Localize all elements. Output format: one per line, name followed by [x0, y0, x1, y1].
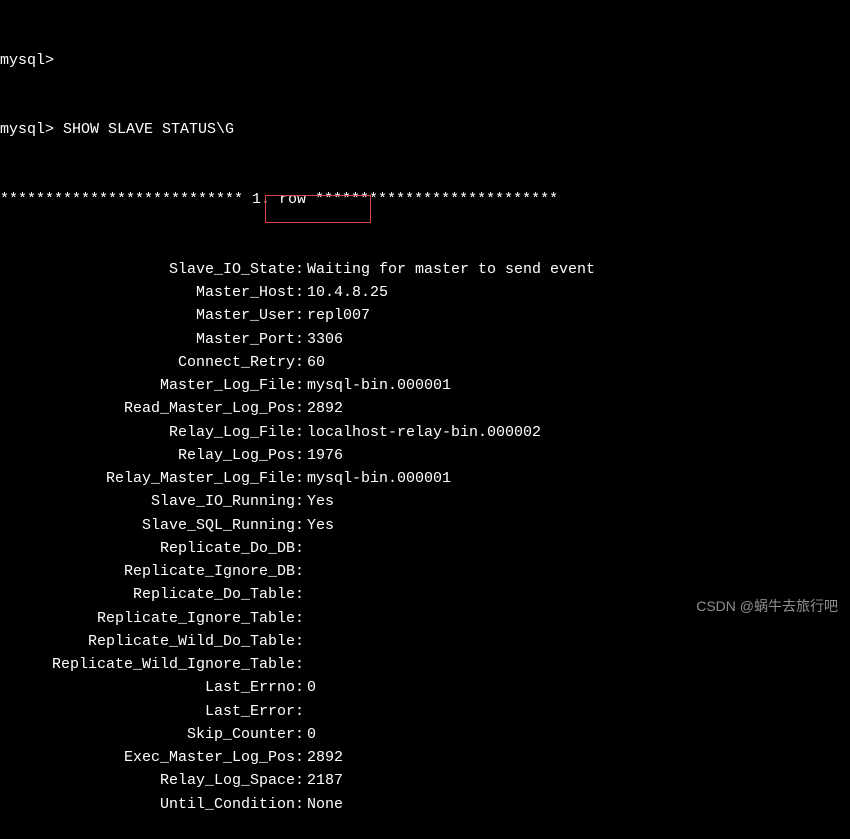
colon: :	[295, 514, 305, 537]
colon: :	[295, 746, 305, 769]
colon: :	[295, 537, 305, 560]
field-key: Slave_IO_Running	[0, 490, 295, 513]
field-value: 10.4.8.25	[305, 281, 850, 304]
field-value: 0	[305, 676, 850, 699]
status-field: Slave_IO_Running:Yes	[0, 490, 850, 513]
colon: :	[295, 467, 305, 490]
field-key: Replicate_Do_DB	[0, 537, 295, 560]
field-key: Replicate_Wild_Ignore_Table	[0, 653, 295, 676]
field-value: repl007	[305, 304, 850, 327]
colon: :	[295, 723, 305, 746]
field-value: 2892	[305, 397, 850, 420]
field-value	[305, 630, 850, 653]
colon: :	[295, 490, 305, 513]
field-value: None	[305, 793, 850, 816]
colon: :	[295, 769, 305, 792]
field-key: Last_Errno	[0, 676, 295, 699]
status-field: Master_User:repl007	[0, 304, 850, 327]
field-value	[305, 700, 850, 723]
status-field: Slave_IO_State:Waiting for master to sen…	[0, 258, 850, 281]
colon: :	[295, 258, 305, 281]
colon: :	[295, 351, 305, 374]
colon: :	[295, 397, 305, 420]
status-field: Skip_Counter:0	[0, 723, 850, 746]
field-key: Replicate_Wild_Do_Table	[0, 630, 295, 653]
field-key: Relay_Log_Space	[0, 769, 295, 792]
field-value: Yes	[305, 490, 850, 513]
status-field: Master_Port:3306	[0, 328, 850, 351]
colon: :	[295, 653, 305, 676]
field-value: mysql-bin.000001	[305, 467, 850, 490]
command-line: mysql> SHOW SLAVE STATUS\G	[0, 118, 850, 141]
field-value	[305, 537, 850, 560]
terminal-output: mysql> mysql> SHOW SLAVE STATUS\G ******…	[0, 2, 850, 839]
colon: :	[295, 281, 305, 304]
status-field: Master_Host:10.4.8.25	[0, 281, 850, 304]
field-key: Relay_Log_Pos	[0, 444, 295, 467]
field-value: 1976	[305, 444, 850, 467]
field-key: Exec_Master_Log_Pos	[0, 746, 295, 769]
colon: :	[295, 328, 305, 351]
field-value: 3306	[305, 328, 850, 351]
status-field: Replicate_Wild_Ignore_Table:	[0, 653, 850, 676]
colon: :	[295, 560, 305, 583]
field-value	[305, 653, 850, 676]
colon: :	[295, 304, 305, 327]
field-value: 2892	[305, 746, 850, 769]
status-field: Replicate_Ignore_DB:	[0, 560, 850, 583]
colon: :	[295, 421, 305, 444]
status-field: Read_Master_Log_Pos:2892	[0, 397, 850, 420]
field-key: Relay_Log_File	[0, 421, 295, 444]
field-key: Slave_IO_State	[0, 258, 295, 281]
colon: :	[295, 374, 305, 397]
field-key: Connect_Retry	[0, 351, 295, 374]
status-field: Exec_Master_Log_Pos:2892	[0, 746, 850, 769]
colon: :	[295, 607, 305, 630]
status-field: Replicate_Do_DB:	[0, 537, 850, 560]
field-value: Yes	[305, 514, 850, 537]
status-field: Last_Errno:0	[0, 676, 850, 699]
field-key: Last_Error	[0, 700, 295, 723]
field-value	[305, 560, 850, 583]
field-key: Until_Condition	[0, 793, 295, 816]
field-key: Master_Port	[0, 328, 295, 351]
row-header: *************************** 1. row *****…	[0, 188, 850, 211]
status-field: Relay_Master_Log_File:mysql-bin.000001	[0, 467, 850, 490]
status-field: Replicate_Wild_Do_Table:	[0, 630, 850, 653]
field-key: Slave_SQL_Running	[0, 514, 295, 537]
status-field: Until_Condition:None	[0, 793, 850, 816]
field-key: Read_Master_Log_Pos	[0, 397, 295, 420]
watermark: CSDN @蜗牛去旅行吧	[696, 596, 838, 618]
field-key: Replicate_Ignore_DB	[0, 560, 295, 583]
field-key: Master_Host	[0, 281, 295, 304]
prompt-line: mysql>	[0, 49, 850, 72]
field-value: localhost-relay-bin.000002	[305, 421, 850, 444]
field-key: Master_User	[0, 304, 295, 327]
fields-container: Slave_IO_State:Waiting for master to sen…	[0, 258, 850, 816]
field-key: Relay_Master_Log_File	[0, 467, 295, 490]
status-field: Slave_SQL_Running:Yes	[0, 514, 850, 537]
status-field: Relay_Log_Pos:1976	[0, 444, 850, 467]
status-field: Relay_Log_File:localhost-relay-bin.00000…	[0, 421, 850, 444]
status-field: Relay_Log_Space:2187	[0, 769, 850, 792]
field-key: Replicate_Do_Table	[0, 583, 295, 606]
status-field: Master_Log_File:mysql-bin.000001	[0, 374, 850, 397]
field-key: Skip_Counter	[0, 723, 295, 746]
field-key: Master_Log_File	[0, 374, 295, 397]
colon: :	[295, 630, 305, 653]
colon: :	[295, 676, 305, 699]
field-value: Waiting for master to send event	[305, 258, 850, 281]
colon: :	[295, 793, 305, 816]
field-key: Replicate_Ignore_Table	[0, 607, 295, 630]
field-value: 2187	[305, 769, 850, 792]
colon: :	[295, 583, 305, 606]
colon: :	[295, 700, 305, 723]
field-value: mysql-bin.000001	[305, 374, 850, 397]
field-value: 60	[305, 351, 850, 374]
status-field: Connect_Retry:60	[0, 351, 850, 374]
status-field: Last_Error:	[0, 700, 850, 723]
field-value: 0	[305, 723, 850, 746]
colon: :	[295, 444, 305, 467]
